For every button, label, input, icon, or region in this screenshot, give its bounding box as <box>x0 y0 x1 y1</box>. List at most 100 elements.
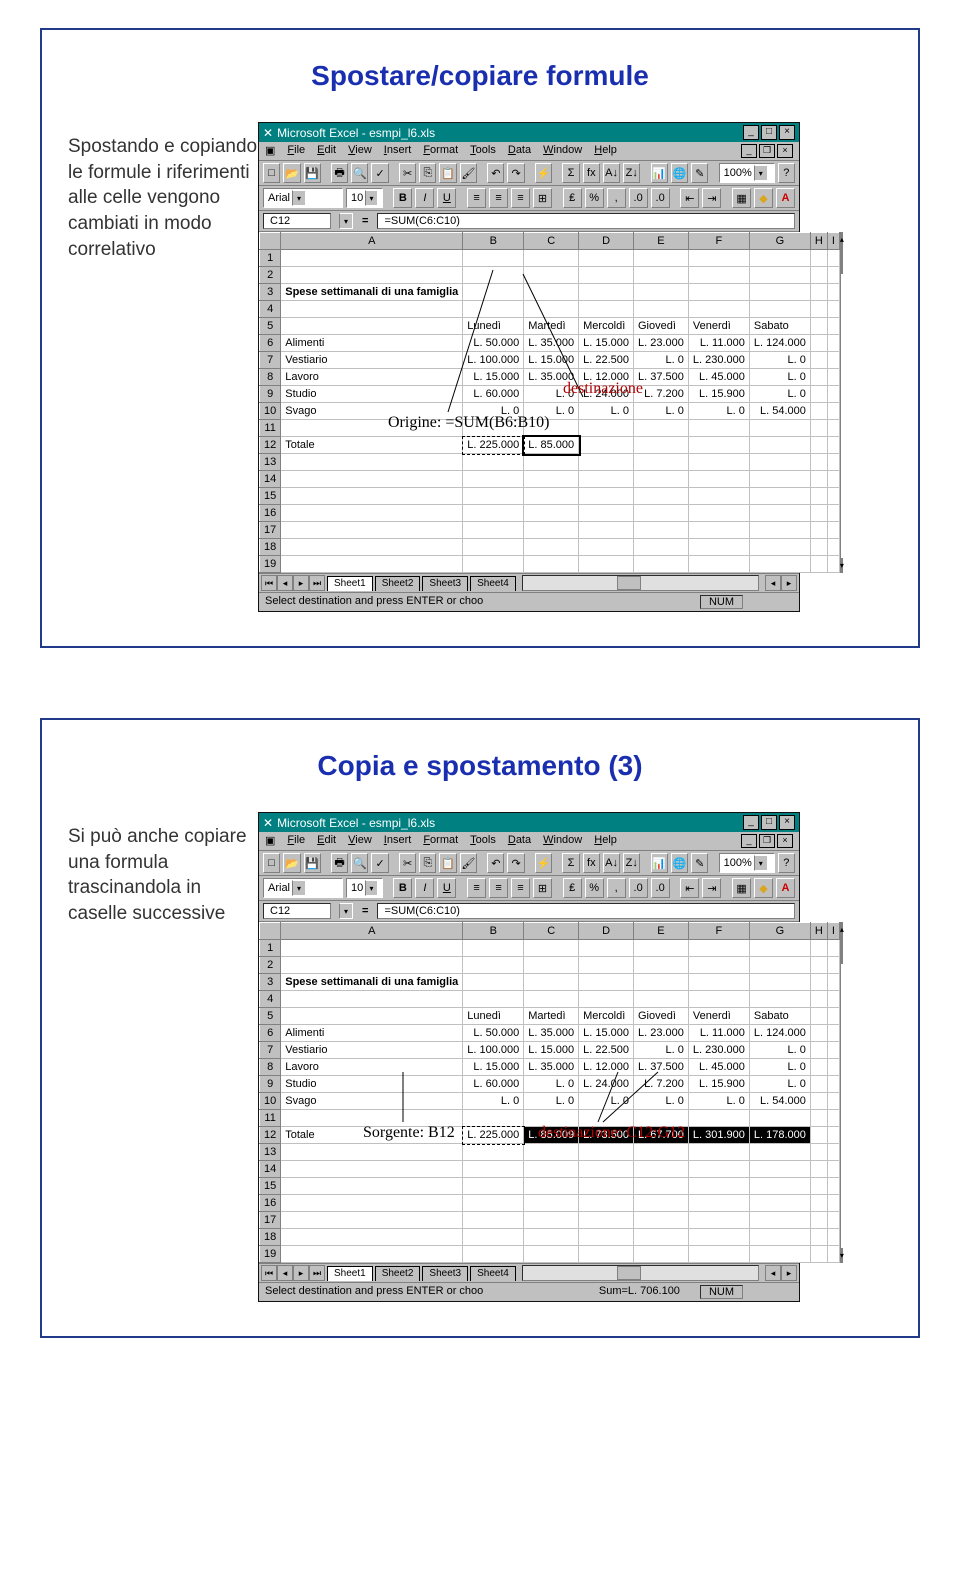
cell-B18[interactable] <box>463 539 524 556</box>
increase-decimal-icon[interactable]: .0 <box>629 878 648 898</box>
preview-icon[interactable]: 🔍 <box>351 853 368 873</box>
cell-I2[interactable] <box>827 957 839 974</box>
percent-icon[interactable]: % <box>585 188 604 208</box>
row-header-18[interactable]: 18 <box>260 1229 281 1246</box>
menu-window[interactable]: Window <box>543 834 582 848</box>
currency-icon[interactable]: ₤ <box>563 878 582 898</box>
mdi-minimize-button[interactable]: _ <box>741 144 757 158</box>
cell-E13[interactable] <box>634 1144 689 1161</box>
cell-B13[interactable] <box>463 1144 524 1161</box>
map-icon[interactable]: 🌐 <box>671 163 688 183</box>
cell-H11[interactable] <box>810 1110 827 1127</box>
font-size-box[interactable]: 10▾ <box>346 878 383 898</box>
cell-E10[interactable]: L. 0 <box>634 403 689 420</box>
cell-I5[interactable] <box>827 318 839 335</box>
cell-I7[interactable] <box>827 352 839 369</box>
menu-tools[interactable]: Tools <box>470 834 496 848</box>
row-header-13[interactable]: 13 <box>260 1144 281 1161</box>
cell-F6[interactable]: L. 11.000 <box>688 335 749 352</box>
cell-F11[interactable] <box>688 1110 749 1127</box>
cell-I19[interactable] <box>827 556 839 573</box>
align-center-icon[interactable]: ≡ <box>489 878 508 898</box>
cell-F3[interactable] <box>688 974 749 991</box>
select-all-button[interactable] <box>260 233 281 250</box>
cell-B17[interactable] <box>463 522 524 539</box>
hscroll-thumb[interactable] <box>617 1266 641 1280</box>
tab-nav-next[interactable]: ▸ <box>293 1265 309 1281</box>
cell-D3[interactable] <box>579 284 634 301</box>
cell-F9[interactable]: L. 15.900 <box>688 1076 749 1093</box>
cell-E3[interactable] <box>634 284 689 301</box>
cell-G12[interactable] <box>749 437 810 454</box>
cell-A4[interactable] <box>281 991 463 1008</box>
open-icon[interactable]: 📂 <box>283 163 300 183</box>
row-header-1[interactable]: 1 <box>260 250 281 267</box>
cell-C1[interactable] <box>524 250 579 267</box>
cell-B8[interactable]: L. 15.000 <box>463 369 524 386</box>
menu-file[interactable]: File <box>287 144 305 158</box>
cell-G13[interactable] <box>749 454 810 471</box>
cell-D14[interactable] <box>579 1161 634 1178</box>
merge-icon[interactable]: ⊞ <box>533 188 552 208</box>
tab-nav-last[interactable]: ⏭ <box>309 575 325 591</box>
cell-H3[interactable] <box>810 974 827 991</box>
minimize-button[interactable]: _ <box>743 815 759 830</box>
cell-C3[interactable] <box>524 974 579 991</box>
cell-I8[interactable] <box>827 1059 839 1076</box>
font-dropdown-icon[interactable]: ▾ <box>292 190 306 206</box>
cell-G15[interactable] <box>749 1178 810 1195</box>
sort-desc-icon[interactable]: Z↓ <box>623 853 640 873</box>
cell-I6[interactable] <box>827 1025 839 1042</box>
mdi-restore-button[interactable]: ❐ <box>759 144 775 158</box>
cell-I13[interactable] <box>827 1144 839 1161</box>
cell-C2[interactable] <box>524 267 579 284</box>
cell-G5[interactable]: Sabato <box>749 318 810 335</box>
comma-icon[interactable]: , <box>607 188 626 208</box>
zoom-dropdown-icon[interactable]: ▾ <box>754 855 768 871</box>
col-header-F[interactable]: F <box>688 233 749 250</box>
row-header-6[interactable]: 6 <box>260 335 281 352</box>
hyperlink-icon[interactable]: ⚡ <box>535 163 552 183</box>
cell-H2[interactable] <box>810 957 827 974</box>
cell-B19[interactable] <box>463 1246 524 1263</box>
cell-G16[interactable] <box>749 505 810 522</box>
format-painter-icon[interactable]: 🖌 <box>460 163 477 183</box>
sort-asc-icon[interactable]: A↓ <box>603 163 620 183</box>
fill-color-icon[interactable]: ◆ <box>754 188 773 208</box>
cell-F15[interactable] <box>688 1178 749 1195</box>
cell-A17[interactable] <box>281 522 463 539</box>
cell-H1[interactable] <box>810 250 827 267</box>
col-header-H[interactable]: H <box>810 233 827 250</box>
row-header-6[interactable]: 6 <box>260 1025 281 1042</box>
autosum-icon[interactable]: Σ <box>562 163 579 183</box>
cell-I14[interactable] <box>827 471 839 488</box>
cell-I17[interactable] <box>827 1212 839 1229</box>
maximize-button[interactable]: □ <box>761 815 777 830</box>
row-header-1[interactable]: 1 <box>260 940 281 957</box>
col-header-I[interactable]: I <box>827 923 839 940</box>
col-header-E[interactable]: E <box>634 233 689 250</box>
cell-D18[interactable] <box>579 539 634 556</box>
cell-C18[interactable] <box>524 539 579 556</box>
cell-H17[interactable] <box>810 522 827 539</box>
cell-H4[interactable] <box>810 991 827 1008</box>
cell-D19[interactable] <box>579 556 634 573</box>
cell-H12[interactable] <box>810 437 827 454</box>
cell-A15[interactable] <box>281 488 463 505</box>
italic-icon[interactable]: I <box>415 878 434 898</box>
autosum-icon[interactable]: Σ <box>562 853 579 873</box>
row-header-7[interactable]: 7 <box>260 352 281 369</box>
menu-insert[interactable]: Insert <box>384 144 412 158</box>
sheet-tab-sheet4[interactable]: Sheet4 <box>470 576 516 591</box>
cell-B4[interactable] <box>463 991 524 1008</box>
cell-C10[interactable]: L. 0 <box>524 1093 579 1110</box>
cell-A5[interactable] <box>281 318 463 335</box>
close-button[interactable]: × <box>779 125 795 140</box>
cell-H9[interactable] <box>810 386 827 403</box>
underline-icon[interactable]: U <box>437 878 456 898</box>
cell-C2[interactable] <box>524 957 579 974</box>
cell-F18[interactable] <box>688 539 749 556</box>
row-header-19[interactable]: 19 <box>260 556 281 573</box>
cell-I3[interactable] <box>827 974 839 991</box>
cell-H14[interactable] <box>810 471 827 488</box>
